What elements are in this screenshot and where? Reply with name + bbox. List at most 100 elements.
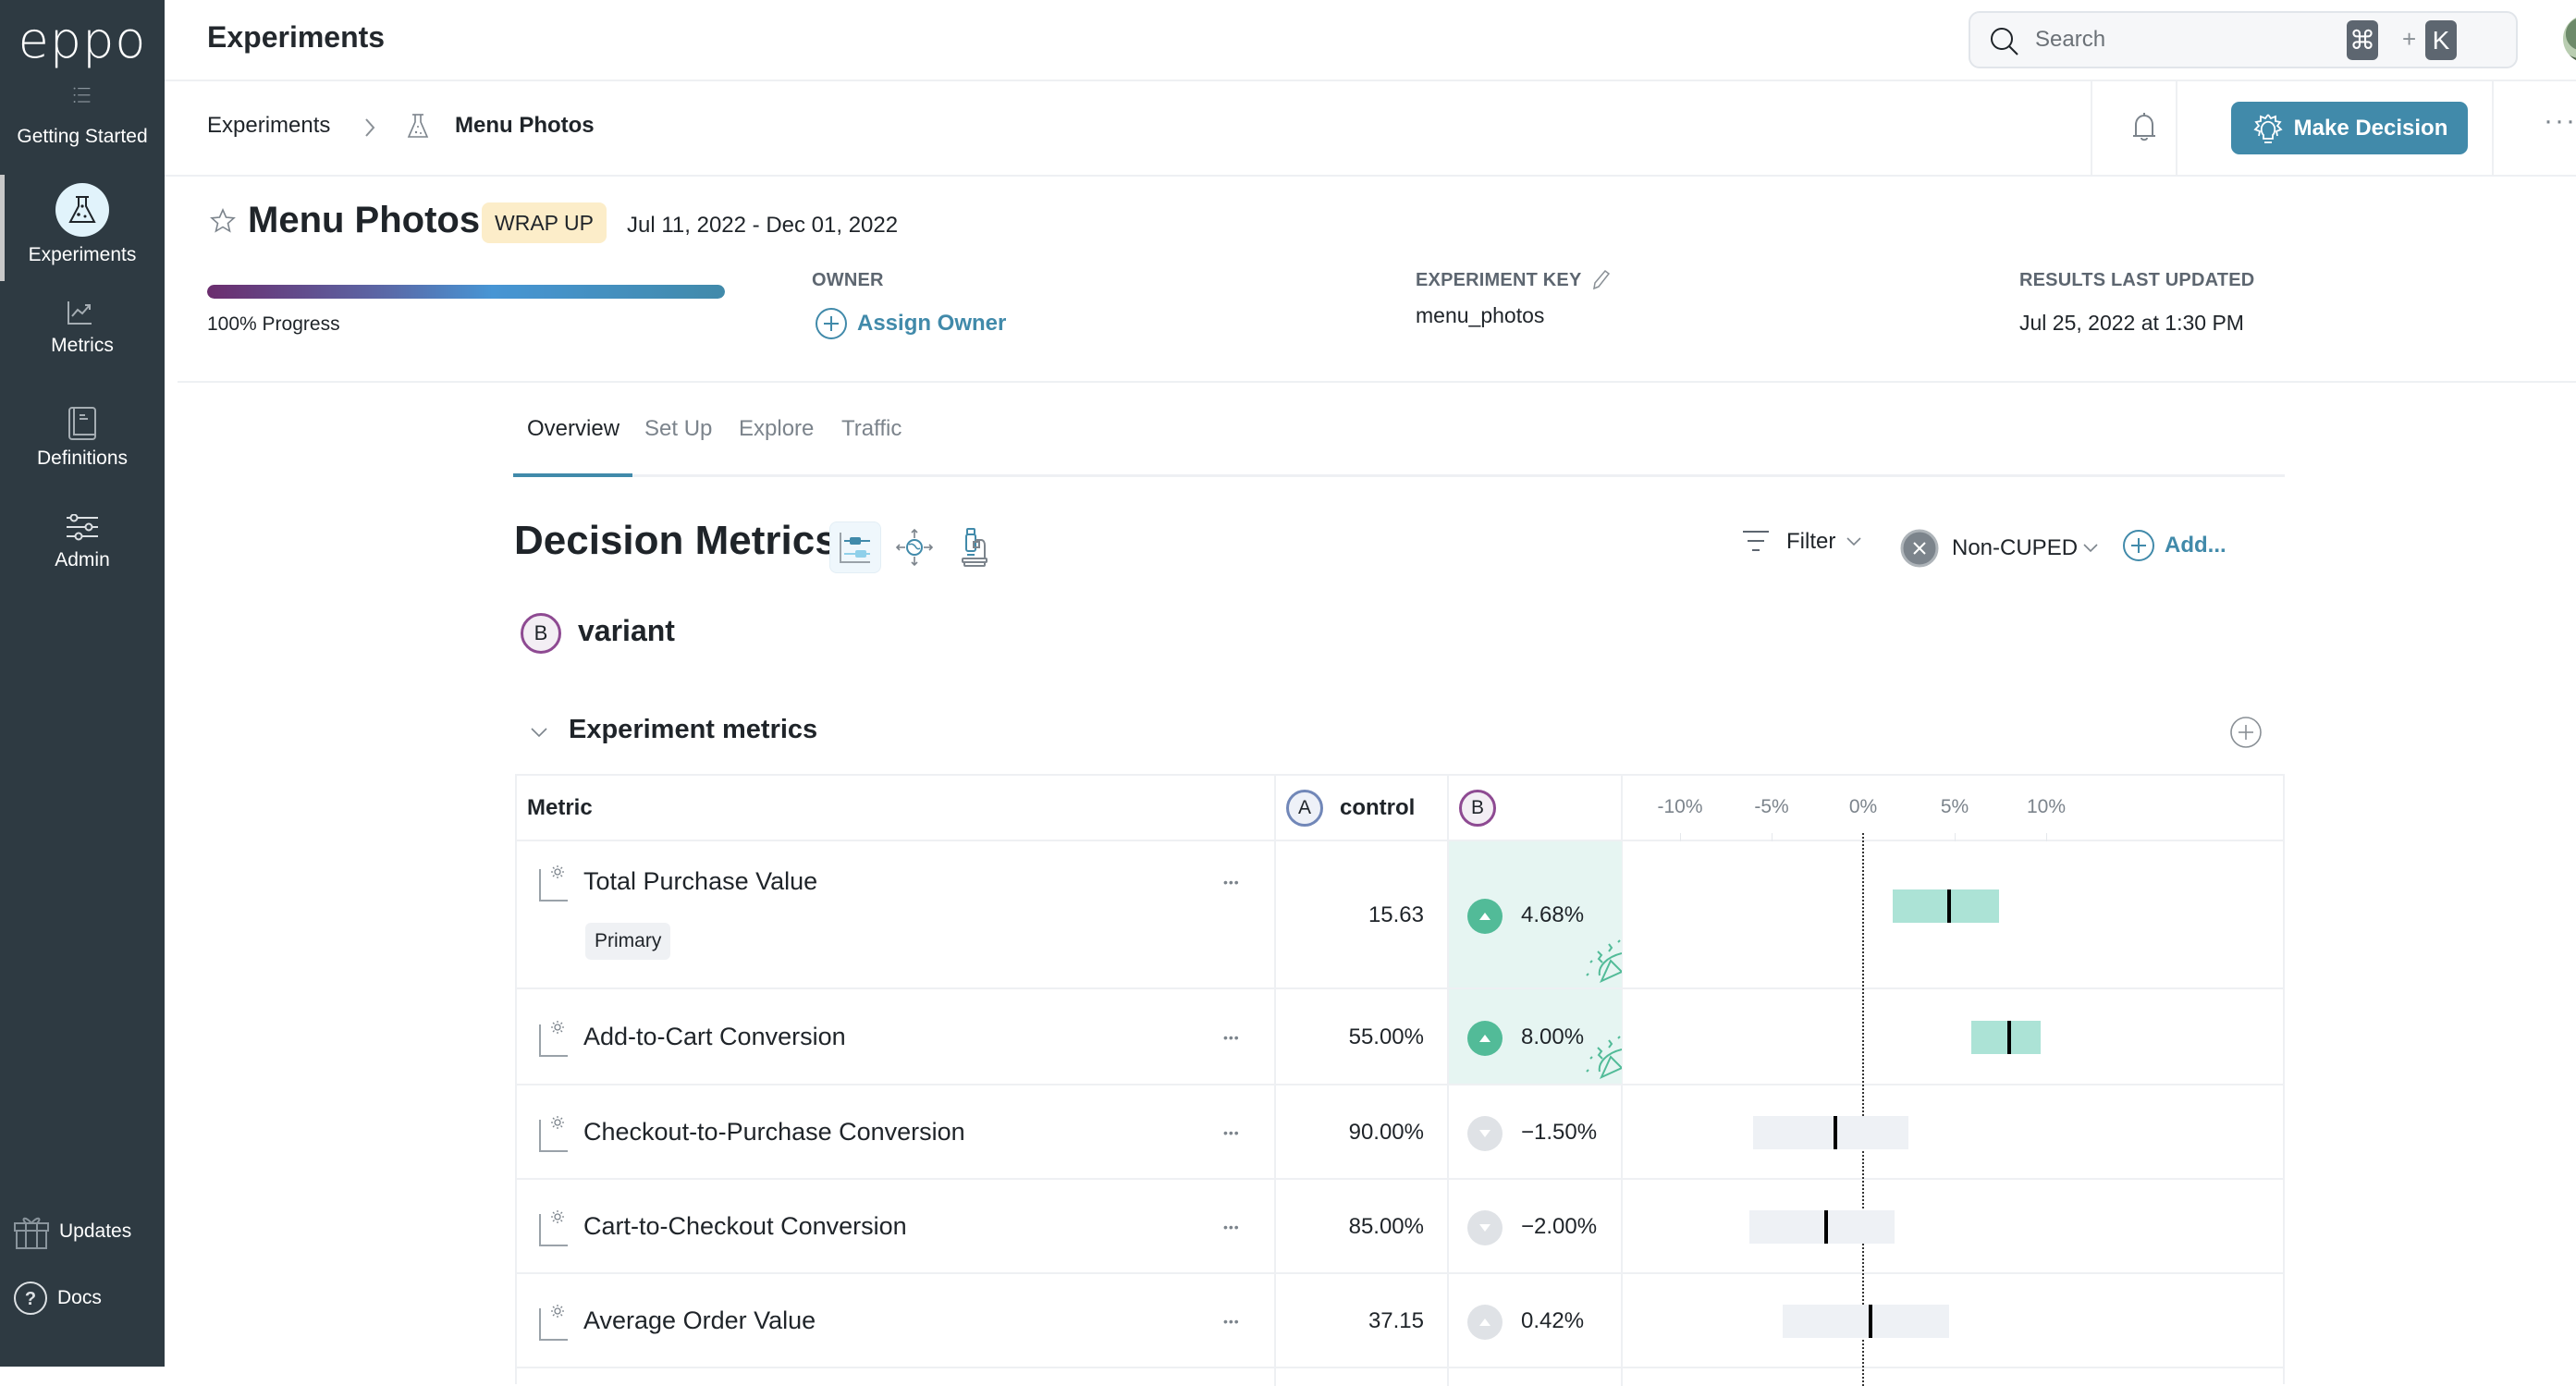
docs-label: Docs [57,1287,102,1308]
lightbulb-gear-icon [2253,113,2283,143]
lift-cell[interactable]: 8.00% [1449,989,1624,1084]
axis-tick-mark [1680,833,1681,841]
tab-traffic[interactable]: Traffic [841,416,902,442]
flask-icon [407,114,429,138]
divider [2176,81,2177,177]
explore-view-button[interactable] [889,521,940,573]
lift-cell[interactable]: 0.42% [1449,1274,1622,1367]
metric-more-button[interactable]: ••• [1223,1125,1240,1140]
breadcrumb-current: Menu Photos [455,113,595,138]
lift-cell[interactable]: −2.00% [1449,1180,1622,1272]
plus-circle-icon [2123,530,2154,561]
chart-line-icon [67,301,92,325]
sidebar-item-getting-started[interactable]: Getting Started [0,85,165,148]
bell-icon[interactable] [2130,111,2158,144]
breadcrumb-bar: Experiments Menu Photos Make Decision ··… [165,81,2576,177]
confidence-interval-bar[interactable] [1892,889,1999,923]
tab-explore[interactable]: Explore [739,416,814,442]
lift-cell[interactable]: −1.50% [1449,1085,1622,1178]
tab-overview[interactable]: Overview [527,416,619,442]
flask-icon [68,196,96,223]
owner-label: OWNER [812,270,884,290]
assign-owner-button[interactable]: Assign Owner [815,307,1006,340]
cuped-dropdown[interactable]: Non-CUPED [1900,529,2100,568]
collapse-chevron-icon[interactable] [529,725,549,740]
decision-metrics-title: Decision Metrics [514,518,838,563]
pencil-icon[interactable] [1590,268,1611,292]
axis-tick-label: 10% [2026,796,2067,817]
experiment-key-value: menu_photos [1416,303,1545,327]
sidebar-item-metrics[interactable]: Metrics [0,300,165,357]
celebration-icon [1581,1035,1624,1084]
metric-more-button[interactable]: ••• [1223,1220,1240,1234]
add-metric-button[interactable]: Add... [2122,529,2226,562]
filter-label: Filter [1786,529,1836,554]
celebration-icon [1581,938,1624,987]
tab-set-up[interactable]: Set Up [644,416,712,442]
metric-more-button[interactable]: ••• [1223,1314,1240,1329]
control-value: 55.00% [1348,1024,1424,1049]
help-circle-icon: ? [14,1282,47,1315]
active-tab-indicator [513,473,632,477]
plus-sign: + [2402,25,2417,53]
clear-circle-icon[interactable] [1900,529,1939,568]
variant-column-badge: B [1459,790,1496,827]
control-value: 85.00% [1348,1214,1424,1239]
filter-dropdown[interactable]: Filter [1742,529,1863,555]
search-input[interactable]: Search ⌘ + K [1969,11,2518,68]
star-icon[interactable] [209,207,237,235]
sidebar: eppo Getting Started Experiments Metrics… [0,0,165,1367]
point-estimate-mark [1869,1305,1873,1338]
add-label: Add... [2165,533,2226,558]
table-row[interactable]: Total Purchase Value Primary ••• 15.63 4.68% [517,841,2283,989]
table-row[interactable]: Cart-to-Checkout Conversion ••• 85.00% −2.0… [517,1180,2283,1274]
sidebar-docs[interactable]: ? Docs [13,1278,102,1319]
experiment-key-label: EXPERIMENT KEY [1416,270,1582,290]
lift-value: 8.00% [1521,1024,1585,1049]
results-updated-value: Jul 25, 2022 at 1:30 PM [2019,311,2244,335]
metric-type-icon [537,1208,570,1254]
table-row[interactable]: Checkout-to-Purchase Conversion ••• 90.00%… [517,1085,2283,1180]
confidence-interval-bar[interactable] [1782,1305,1950,1338]
metric-name[interactable]: Cart-to-Checkout Conversion [583,1212,907,1241]
control-value: 15.63 [1368,902,1424,927]
metric-more-button[interactable]: ••• [1223,1030,1240,1045]
sidebar-updates[interactable]: Updates [13,1211,131,1252]
eppo-logo[interactable]: eppo [13,13,152,68]
confidence-interval-bar[interactable] [1749,1210,1895,1244]
sidebar-item-experiments[interactable]: Experiments [0,183,165,266]
lift-cell[interactable]: 4.68% [1449,841,1624,987]
arrow-up-icon [1467,1305,1503,1340]
sidebar-item-admin[interactable]: Admin [0,514,165,571]
top-bar: Experiments Search ⌘ + K [165,0,2576,81]
metric-name[interactable]: Checkout-to-Purchase Conversion [583,1118,965,1147]
metric-type-icon [537,1303,570,1348]
metric-type-icon [537,1114,570,1159]
lift-value: −2.00% [1521,1214,1598,1239]
breadcrumb-experiments[interactable]: Experiments [207,113,330,139]
confidence-interval-bar[interactable] [1970,1021,2042,1054]
lift-value: −1.50% [1521,1120,1598,1145]
metric-name[interactable]: Total Purchase Value [583,867,817,896]
lift-value: 0.42% [1521,1308,1585,1333]
sidebar-item-label: Experiments [28,244,137,265]
metric-name[interactable]: Average Order Value [583,1306,816,1335]
sidebar-item-definitions[interactable]: Definitions [0,407,165,470]
chevron-right-icon [365,118,375,137]
section-title: Experiment metrics [569,715,818,744]
microscope-view-button[interactable] [949,521,1000,573]
make-decision-button[interactable]: Make Decision [2231,102,2468,154]
k-key: K [2425,20,2457,60]
divider [2492,81,2494,177]
date-range: Jul 11, 2022 - Dec 01, 2022 [627,213,899,238]
add-section-icon[interactable] [2229,716,2263,749]
more-options-button[interactable]: ··· [2544,105,2576,137]
interval-view-button[interactable] [829,521,881,573]
arrow-up-icon [1467,1021,1503,1056]
table-row[interactable]: Average Order Value ••• 37.15 0.42% [517,1274,2283,1368]
divider [2091,81,2092,177]
user-avatar[interactable] [2563,15,2576,63]
confidence-interval-bar[interactable] [1753,1116,1909,1149]
metric-more-button[interactable]: ••• [1223,875,1240,889]
metric-name[interactable]: Add-to-Cart Conversion [583,1023,846,1051]
